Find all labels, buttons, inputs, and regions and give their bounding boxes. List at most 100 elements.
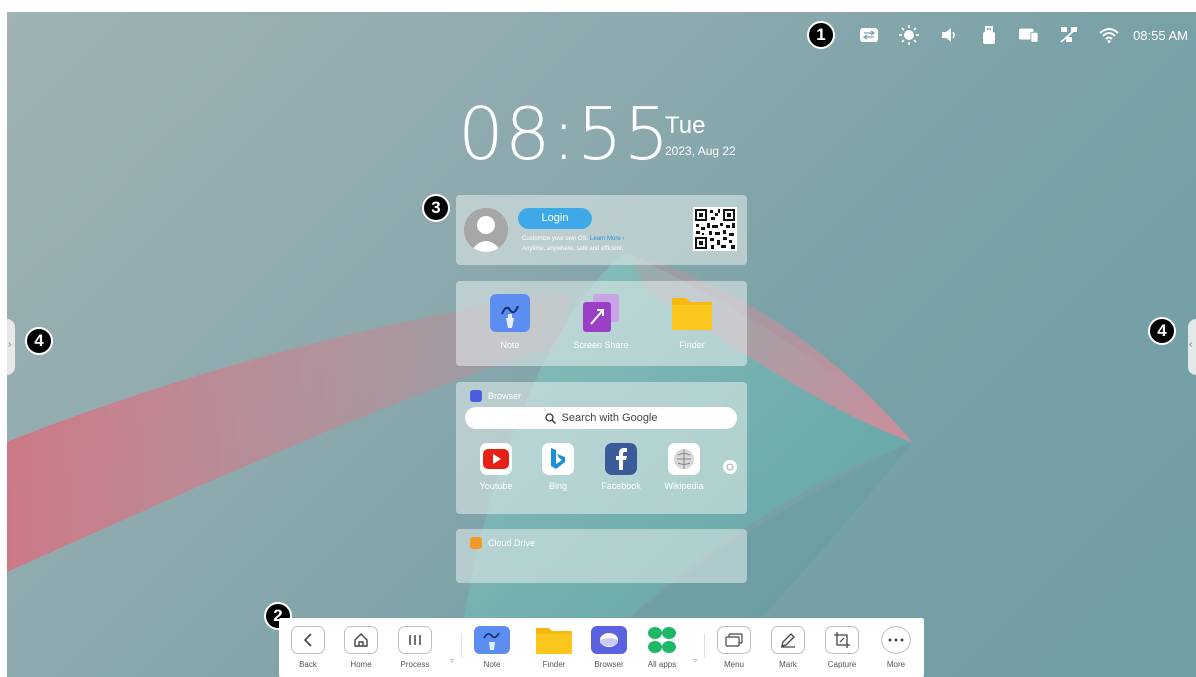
- browser-icon: [591, 626, 627, 654]
- chevron-down-icon[interactable]: ▿: [450, 656, 454, 665]
- dock-all-apps-button[interactable]: All apps: [639, 626, 685, 669]
- status-bar: 08:55 AM: [859, 25, 1188, 45]
- wikipedia-icon: [668, 443, 700, 475]
- site-wikipedia-label: Wikipedia: [664, 481, 704, 491]
- site-bing[interactable]: Bing: [528, 443, 588, 491]
- dock-all-apps-label: All apps: [647, 660, 677, 669]
- app-note[interactable]: Note: [475, 294, 545, 350]
- note-icon: [490, 294, 530, 332]
- brightness-icon[interactable]: [899, 25, 920, 45]
- browser-icon: [470, 390, 482, 402]
- dock-home-button[interactable]: Home: [338, 626, 384, 669]
- dock-capture-label: Capture: [827, 660, 857, 669]
- site-bing-label: Bing: [548, 481, 567, 491]
- dock-divider: [704, 634, 705, 658]
- annotation-marker-1: 1: [807, 21, 835, 49]
- dock-menu-label: Menu: [723, 660, 744, 669]
- more-icon: [881, 626, 911, 654]
- dock-home-label: Home: [350, 660, 372, 669]
- chevron-right-icon: ›: [8, 339, 12, 350]
- youtube-icon: [480, 443, 512, 475]
- capture-icon: [825, 626, 859, 654]
- app-screen-share-label: Screen Share: [573, 340, 629, 350]
- clock-time: 08:55: [458, 92, 671, 176]
- folder-icon: [672, 294, 712, 332]
- dock-note-button[interactable]: Note: [469, 626, 515, 669]
- browser-header[interactable]: Browser: [470, 390, 521, 402]
- dock-process-label: Process: [400, 660, 430, 669]
- home-icon: [344, 626, 378, 654]
- site-facebook[interactable]: Facebook: [591, 443, 651, 491]
- folder-icon: [536, 626, 572, 654]
- mark-icon: [771, 626, 805, 654]
- annotation-marker-4-right: 4: [1148, 317, 1176, 345]
- annotation-marker-4-left: 4: [25, 327, 53, 355]
- dock-capture-button[interactable]: Capture: [819, 626, 865, 669]
- dock-more-label: More: [886, 660, 906, 669]
- search-icon: [544, 412, 556, 424]
- cloud-drive-header: Cloud Drive: [470, 537, 535, 549]
- site-youtube[interactable]: Youtube: [466, 443, 526, 491]
- login-widget: Login Customize your own OS. Learn More …: [456, 195, 747, 265]
- clock-date: 2023, Aug 22: [665, 144, 736, 158]
- app-finder-label: Finder: [679, 340, 705, 350]
- login-desc-line2: Anytime, anywhere, safe and efficient.: [522, 246, 624, 252]
- dock-more-button[interactable]: More: [873, 626, 919, 669]
- login-button[interactable]: Login: [518, 208, 592, 229]
- browser-title: Browser: [488, 391, 522, 401]
- dock-finder-button[interactable]: Finder: [531, 626, 577, 669]
- all-apps-icon: [644, 626, 680, 654]
- dock-note-label: Note: [483, 660, 501, 669]
- network-disconnected-icon[interactable]: [1059, 26, 1079, 44]
- back-icon: [291, 626, 325, 654]
- wifi-icon[interactable]: [1099, 26, 1119, 44]
- status-time: 08:55 AM: [1133, 27, 1188, 43]
- dock-back-button[interactable]: Back: [285, 626, 331, 669]
- facebook-icon: [605, 443, 637, 475]
- cloud-drive-title: Cloud Drive: [488, 538, 536, 548]
- browser-widget: Browser Search with Google Youtube Bing …: [456, 382, 747, 514]
- more-sites-button[interactable]: [723, 460, 737, 474]
- cloud-drive-widget[interactable]: Cloud Drive: [456, 529, 747, 583]
- bing-icon: [542, 443, 574, 475]
- screen-mirror-icon[interactable]: [1019, 26, 1039, 44]
- note-icon: [474, 626, 510, 654]
- screen-share-icon: [581, 294, 621, 332]
- site-youtube-label: Youtube: [479, 481, 513, 491]
- site-facebook-label: Facebook: [601, 481, 641, 491]
- site-wikipedia[interactable]: Wikipedia: [654, 443, 714, 491]
- chevron-down-icon[interactable]: ▿: [693, 656, 697, 665]
- usb-icon[interactable]: [979, 26, 999, 44]
- process-icon: [398, 626, 432, 654]
- qr-code: [693, 207, 737, 251]
- dock-browser-button[interactable]: Browser: [586, 626, 632, 669]
- bottom-dock: Back Home Process ▿ Note Finder Browser …: [279, 618, 924, 677]
- app-note-label: Note: [500, 340, 520, 350]
- dock-mark-button[interactable]: Mark: [765, 626, 811, 669]
- volume-icon[interactable]: [939, 26, 959, 44]
- dock-browser-label: Browser: [594, 660, 624, 669]
- dock-back-label: Back: [299, 660, 317, 669]
- left-sidebar-handle[interactable]: ›: [7, 319, 15, 375]
- search-input[interactable]: Search with Google: [465, 407, 737, 429]
- cloud-drive-icon: [470, 537, 482, 549]
- learn-more-link[interactable]: Learn More ›: [590, 236, 624, 242]
- app-finder[interactable]: Finder: [657, 294, 727, 350]
- login-desc-line1: Customize your own OS.: [522, 236, 589, 242]
- login-description: Customize your own OS. Learn More › Anyt…: [522, 234, 624, 254]
- dock-finder-label: Finder: [542, 660, 566, 669]
- desktop-screen: 08:55 AM 1 3 4 4 2 08:55 Tue 2023, Aug 2…: [7, 12, 1196, 677]
- avatar[interactable]: [464, 208, 508, 252]
- app-screen-share[interactable]: Screen Share: [566, 294, 636, 350]
- dock-mark-label: Mark: [779, 660, 797, 669]
- annotation-marker-3: 3: [422, 194, 450, 222]
- switch-icon[interactable]: [859, 26, 879, 44]
- dock-process-button[interactable]: Process: [392, 626, 438, 669]
- apps-widget: Note Screen Share Finder: [456, 281, 747, 366]
- right-sidebar-handle[interactable]: ‹: [1188, 319, 1196, 375]
- menu-icon: [717, 626, 751, 654]
- chevron-left-icon: ‹: [1189, 339, 1193, 350]
- dock-menu-button[interactable]: Menu: [711, 626, 757, 669]
- clock-day: Tue: [665, 112, 706, 139]
- dock-divider: [461, 634, 462, 658]
